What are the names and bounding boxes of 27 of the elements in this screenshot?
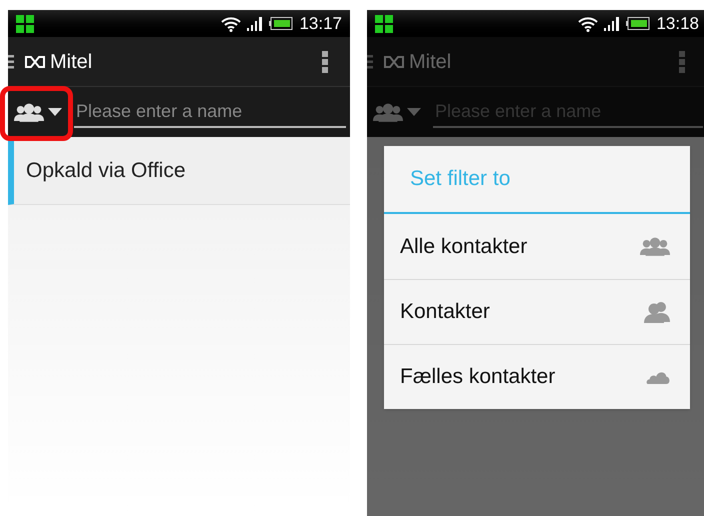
- signal-icon: [604, 16, 620, 31]
- caret-icon: [48, 108, 62, 116]
- filter-option[interactable]: Kontakter: [384, 279, 690, 344]
- grid-icon: [375, 14, 393, 32]
- battery-icon: [626, 17, 650, 30]
- battery-icon: [269, 17, 294, 30]
- group-icon: [14, 102, 44, 122]
- overflow-menu-icon[interactable]: [322, 50, 328, 72]
- logo-icon: [24, 56, 46, 68]
- status-time: 13:17: [299, 12, 342, 35]
- filter-option[interactable]: Alle kontakter: [384, 214, 690, 279]
- cloud-icon: [646, 370, 670, 384]
- signal-icon: [247, 16, 264, 31]
- status-time: 13:18: [656, 12, 699, 35]
- grid-icon: [16, 14, 34, 32]
- logo-icon: [383, 56, 405, 68]
- menu-icon[interactable]: [8, 54, 14, 68]
- two-people-icon: [644, 301, 670, 323]
- group-icon: [373, 102, 403, 122]
- app-title: Mitel: [50, 50, 94, 74]
- caret-icon: [407, 108, 421, 116]
- filter-option[interactable]: Fælles kontakter: [384, 344, 690, 409]
- wifi-icon: [221, 16, 242, 32]
- group-icon: [640, 237, 670, 256]
- app-title: Mitel: [409, 50, 452, 74]
- dialog-title: Set filter to: [384, 146, 690, 214]
- wifi-icon: [578, 16, 598, 32]
